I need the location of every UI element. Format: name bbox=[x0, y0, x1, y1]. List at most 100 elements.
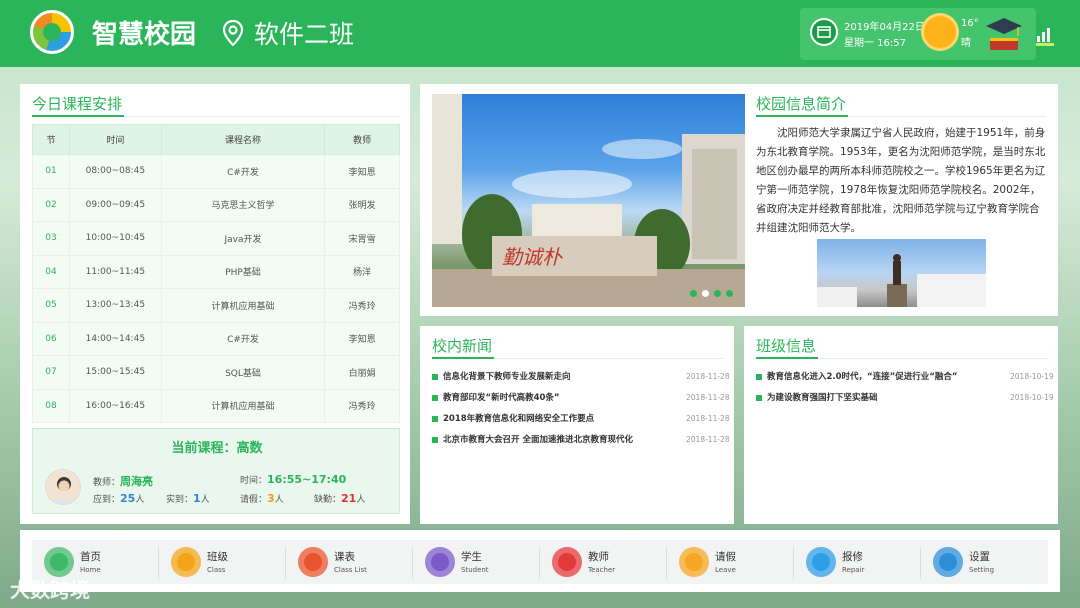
nav-sub-label: Teacher bbox=[588, 566, 616, 574]
period-number: 06 bbox=[32, 321, 70, 356]
news-date: 2018-11-28 bbox=[686, 393, 730, 402]
table-row[interactable]: 07 15:00~15:45 SQL基础 白丽娟 bbox=[32, 355, 400, 390]
nav-label: 报修 bbox=[842, 551, 863, 563]
title-underline bbox=[756, 115, 848, 117]
nav-leave[interactable]: 请假 Leave bbox=[679, 545, 799, 581]
divider bbox=[412, 547, 413, 579]
current-course-card: 当前课程：高数 教师：周海亮 时间：16:55~17:40 应到：25人 实到：… bbox=[32, 428, 400, 514]
table-row[interactable]: 08 16:00~16:45 计算机应用基础 冯秀玲 bbox=[32, 388, 400, 423]
period-number: 02 bbox=[32, 187, 70, 222]
settings-icon bbox=[933, 547, 963, 577]
absent-label: 缺勤： bbox=[314, 495, 342, 505]
location-pin-icon bbox=[222, 20, 244, 46]
current-time-range: 16:55~17:40 bbox=[267, 473, 347, 486]
carousel-dot[interactable] bbox=[714, 290, 721, 297]
app-title: 智慧校园 bbox=[92, 20, 197, 50]
table-row[interactable]: 03 10:00~10:45 Java开发 宋胃雪 bbox=[32, 221, 400, 256]
table-row[interactable]: 04 11:00~11:45 PHP基础 杨洋 bbox=[32, 254, 400, 289]
app-logo-icon bbox=[30, 10, 74, 54]
unit: 人 bbox=[200, 495, 210, 505]
teacher-name: 冯秀玲 bbox=[324, 288, 400, 323]
teacher-name: 冯秀玲 bbox=[324, 388, 400, 423]
table-row[interactable]: 02 09:00~09:45 马克思主义哲学 张明发 bbox=[32, 187, 400, 222]
title-underline bbox=[32, 115, 124, 117]
teacher-name: 李知恩 bbox=[324, 321, 400, 356]
teacher-icon bbox=[552, 547, 582, 577]
current-teacher: 周海亮 bbox=[120, 475, 154, 488]
divider bbox=[920, 547, 921, 579]
course-name: 计算机应用基础 bbox=[160, 388, 326, 423]
due-count: 应到：25人 bbox=[93, 492, 144, 505]
column-header: 教师 bbox=[324, 124, 400, 155]
nav-label: 课表 bbox=[334, 551, 355, 563]
table-row[interactable]: 05 13:00~13:45 计算机应用基础 冯秀玲 bbox=[32, 288, 400, 323]
news-item[interactable]: 北京市教育大会召开 全面加速推进北京教育现代化 bbox=[432, 433, 633, 445]
school-news-title: 校内新闻 bbox=[432, 337, 493, 355]
class-news-item[interactable]: 为建设教育强国打下坚实基础 bbox=[756, 391, 878, 403]
nav-sub-label: Home bbox=[80, 566, 101, 574]
column-header: 节 bbox=[32, 124, 70, 155]
teacher-name: 杨洋 bbox=[324, 254, 400, 289]
nav-label: 教师 bbox=[588, 551, 609, 563]
leave-value: 3 bbox=[267, 492, 275, 505]
teacher-label: 教师： bbox=[93, 478, 121, 488]
time-info: 时间：16:55~17:40 bbox=[240, 473, 346, 486]
column-header: 课程名称 bbox=[160, 124, 326, 155]
leave-label: 请假： bbox=[240, 495, 268, 505]
carousel-dot[interactable] bbox=[726, 290, 733, 297]
nav-class-list[interactable]: 课表 Class List bbox=[298, 545, 418, 581]
divider bbox=[158, 547, 159, 579]
nav-sub-label: Setting bbox=[969, 566, 995, 574]
graduation-cap-icon[interactable] bbox=[984, 14, 1024, 52]
leave-note-icon bbox=[679, 547, 709, 577]
nav-setting[interactable]: 设置 Setting bbox=[933, 545, 1053, 581]
campus-photo-carousel[interactable]: 勤诚朴 bbox=[432, 94, 745, 307]
nav-class[interactable]: 班级 Class bbox=[171, 545, 291, 581]
nav-teacher[interactable]: 教师 Teacher bbox=[552, 545, 672, 581]
schedule-table: 节 时间 课程名称 教师 01 08:00~08:45 C#开发 李知恩 02 09:0… bbox=[32, 124, 400, 423]
absent-value: 21 bbox=[341, 492, 357, 505]
period-time: 16:00~16:45 bbox=[68, 388, 162, 423]
news-item[interactable]: 信息化背景下教师专业发展新走向 bbox=[432, 370, 571, 382]
campus-intro-text: 沈阳师范大学隶属辽宁省人民政府，始建于1951年，前身为东北教育学院。1953年… bbox=[756, 127, 1046, 234]
carousel-dot-active[interactable] bbox=[702, 290, 709, 297]
course-name: Java开发 bbox=[160, 221, 326, 256]
time-label: 时间： bbox=[240, 476, 268, 486]
carousel-dot[interactable] bbox=[690, 290, 697, 297]
schedule-title: 今日课程安排 bbox=[32, 95, 123, 113]
course-name: 计算机应用基础 bbox=[160, 288, 326, 323]
news-item[interactable]: 2018年教育信息化和网络安全工作要点 bbox=[432, 412, 594, 424]
calendar-icon bbox=[810, 18, 838, 46]
table-row[interactable]: 01 08:00~08:45 C#开发 李知恩 bbox=[32, 154, 400, 189]
news-date: 2018-11-28 bbox=[686, 414, 730, 423]
period-time: 14:00~14:45 bbox=[68, 321, 162, 356]
current-course-heading: 当前课程：高数 bbox=[33, 437, 401, 456]
course-name: PHP基础 bbox=[160, 254, 326, 289]
period-number: 03 bbox=[32, 221, 70, 256]
books-icon bbox=[298, 547, 328, 577]
period-time: 11:00~11:45 bbox=[68, 254, 162, 289]
nav-repair[interactable]: 报修 Repair bbox=[806, 545, 926, 581]
nav-label: 请假 bbox=[715, 551, 736, 563]
nav-label: 设置 bbox=[969, 551, 990, 563]
signal-icon[interactable] bbox=[1036, 22, 1054, 46]
nav-sub-label: Class List bbox=[334, 566, 367, 574]
nav-student[interactable]: 学生 Student bbox=[425, 545, 545, 581]
nav-sub-label: Leave bbox=[715, 566, 736, 574]
nav-label: 学生 bbox=[461, 551, 482, 563]
table-row[interactable]: 06 14:00~14:45 C#开发 李知恩 bbox=[32, 321, 400, 356]
present-value: 1 bbox=[193, 492, 201, 505]
campus-statue-photo bbox=[817, 239, 986, 307]
nav-label: 班级 bbox=[207, 551, 228, 563]
course-name: C#开发 bbox=[160, 321, 326, 356]
sunny-weather-icon bbox=[924, 16, 956, 48]
divider bbox=[793, 547, 794, 579]
nav-sub-label: Repair bbox=[842, 566, 865, 574]
nav-label: 首页 bbox=[80, 551, 101, 563]
period-number: 08 bbox=[32, 388, 70, 423]
news-item[interactable]: 教育部印发“新时代高教40条” bbox=[432, 391, 560, 403]
nav-sub-label: Class bbox=[207, 566, 226, 574]
period-number: 01 bbox=[32, 154, 70, 189]
news-date: 2018-10-19 bbox=[1010, 372, 1054, 381]
class-news-item[interactable]: 教育信息化进入2.0时代，“连接”促进行业“融合” bbox=[756, 370, 957, 382]
